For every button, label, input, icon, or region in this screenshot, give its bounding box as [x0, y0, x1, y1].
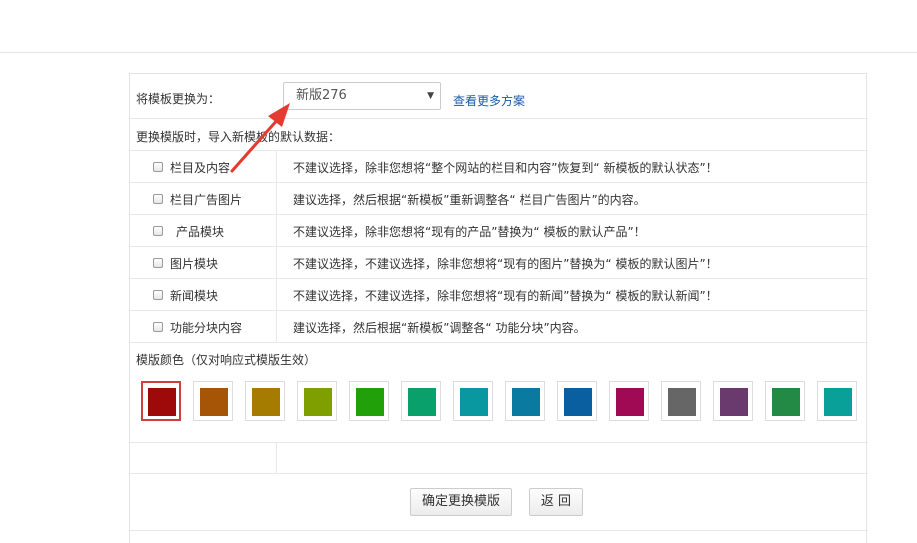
- option-columns-content-label: 栏目及内容: [170, 161, 231, 175]
- color-swatch-12[interactable]: [713, 381, 753, 421]
- color-swatch-fill: [148, 388, 176, 416]
- color-swatch-fill: [564, 388, 592, 416]
- color-swatch-11[interactable]: [661, 381, 701, 421]
- option-news-label: 新闻模块: [170, 289, 219, 303]
- option-function-blocks-checkbox[interactable]: [153, 322, 163, 332]
- color-swatch-7[interactable]: [453, 381, 493, 421]
- option-column-ad-images-label: 栏目广告图片: [170, 193, 243, 207]
- color-swatch-fill: [200, 388, 228, 416]
- color-swatch-14[interactable]: [817, 381, 857, 421]
- color-swatch-1[interactable]: [141, 381, 181, 421]
- option-products-checkbox[interactable]: [153, 226, 163, 236]
- color-swatch-13[interactable]: [765, 381, 805, 421]
- color-swatch-fill: [616, 388, 644, 416]
- option-columns-content-checkbox[interactable]: [153, 162, 163, 172]
- option-images-row: 图片模块 不建议选择，不建议选择，除非您想将“现有的图片”替换为“ 模板的默认图片…: [130, 247, 868, 279]
- color-swatch-4[interactable]: [297, 381, 337, 421]
- color-swatch-8[interactable]: [505, 381, 545, 421]
- option-images-checkbox[interactable]: [153, 258, 163, 268]
- color-swatch-6[interactable]: [401, 381, 441, 421]
- color-swatch-fill: [356, 388, 384, 416]
- chevron-down-icon: ▼: [427, 91, 434, 101]
- color-label: 模版颜色（仅对响应式模版生效）: [136, 353, 317, 367]
- option-images-label: 图片模块: [170, 257, 219, 271]
- option-images-description: 不建议选择，不建议选择，除非您想将“现有的图片”替换为“ 模板的默认图片”！: [293, 257, 718, 271]
- option-news-checkbox[interactable]: [153, 290, 163, 300]
- template-label: 将模板更换为：: [136, 92, 221, 106]
- color-swatch-10[interactable]: [609, 381, 649, 421]
- back-button[interactable]: 返 回: [529, 488, 583, 516]
- color-swatch-fill: [772, 388, 800, 416]
- confirm-change-template-button[interactable]: 确定更换模版: [410, 488, 512, 516]
- empty-row: [130, 443, 868, 474]
- option-columns-content-row: 栏目及内容 不建议选择，除非您想将“整个网站的栏目和内容”恢复到“ 新模板的默认状…: [130, 151, 868, 183]
- color-swatch-fill: [408, 388, 436, 416]
- color-swatch-fill: [304, 388, 332, 416]
- color-swatch-fill: [720, 388, 748, 416]
- option-function-blocks-label: 功能分块内容: [170, 321, 243, 335]
- option-column-ad-images-checkbox[interactable]: [153, 194, 163, 204]
- color-swatch-9[interactable]: [557, 381, 597, 421]
- color-swatch-fill: [668, 388, 696, 416]
- template-select-value: 新版276: [296, 88, 347, 103]
- color-swatch-fill: [460, 388, 488, 416]
- option-columns-content-description: 不建议选择，除非您想将“整个网站的栏目和内容”恢复到“ 新模板的默认状态”！: [293, 161, 718, 175]
- more-templates-link[interactable]: 查看更多方案: [453, 92, 525, 109]
- option-products-description: 不建议选择，除非您想将“现有的产品”替换为“ 模板的默认产品”！: [293, 225, 646, 239]
- option-column-ad-images-row: 栏目广告图片 建议选择，然后根据“新模板”重新调整各“ 栏目广告图片”的内容。: [130, 183, 868, 215]
- color-row: 模版颜色（仅对响应式模版生效）: [130, 343, 868, 443]
- import-header: 更换模版时，导入新模板的默认数据：: [136, 130, 341, 144]
- color-swatch-2[interactable]: [193, 381, 233, 421]
- color-swatch-3[interactable]: [245, 381, 285, 421]
- color-swatch-fill: [252, 388, 280, 416]
- option-news-description: 不建议选择，不建议选择，除非您想将“现有的新闻”替换为“ 模板的默认新闻”！: [293, 289, 718, 303]
- option-products-row: 产品模块 不建议选择，除非您想将“现有的产品”替换为“ 模板的默认产品”！: [130, 215, 868, 247]
- template-settings-panel: 将模板更换为： 新版276 ▼ 查看更多方案 更换模版时，导入新模板的默认数据：…: [129, 73, 868, 543]
- color-swatch-fill: [512, 388, 540, 416]
- template-select-row: 将模板更换为： 新版276 ▼ 查看更多方案: [130, 74, 868, 119]
- option-products-label: 产品模块: [176, 225, 225, 239]
- option-function-blocks-description: 建议选择，然后根据“新模板”调整各“ 功能分块”内容。: [293, 321, 586, 335]
- option-column-ad-images-description: 建议选择，然后根据“新模板”重新调整各“ 栏目广告图片”的内容。: [293, 193, 646, 207]
- header-divider: [0, 52, 917, 53]
- empty-row-divider: [276, 443, 277, 474]
- import-header-row: 更换模版时，导入新模板的默认数据：: [130, 119, 868, 151]
- option-function-blocks-row: 功能分块内容 建议选择，然后根据“新模板”调整各“ 功能分块”内容。: [130, 311, 868, 343]
- option-news-row: 新闻模块 不建议选择，不建议选择，除非您想将“现有的新闻”替换为“ 模板的默认新闻…: [130, 279, 868, 311]
- color-swatch-fill: [824, 388, 852, 416]
- color-swatch-5[interactable]: [349, 381, 389, 421]
- template-select[interactable]: 新版276 ▼: [283, 82, 441, 110]
